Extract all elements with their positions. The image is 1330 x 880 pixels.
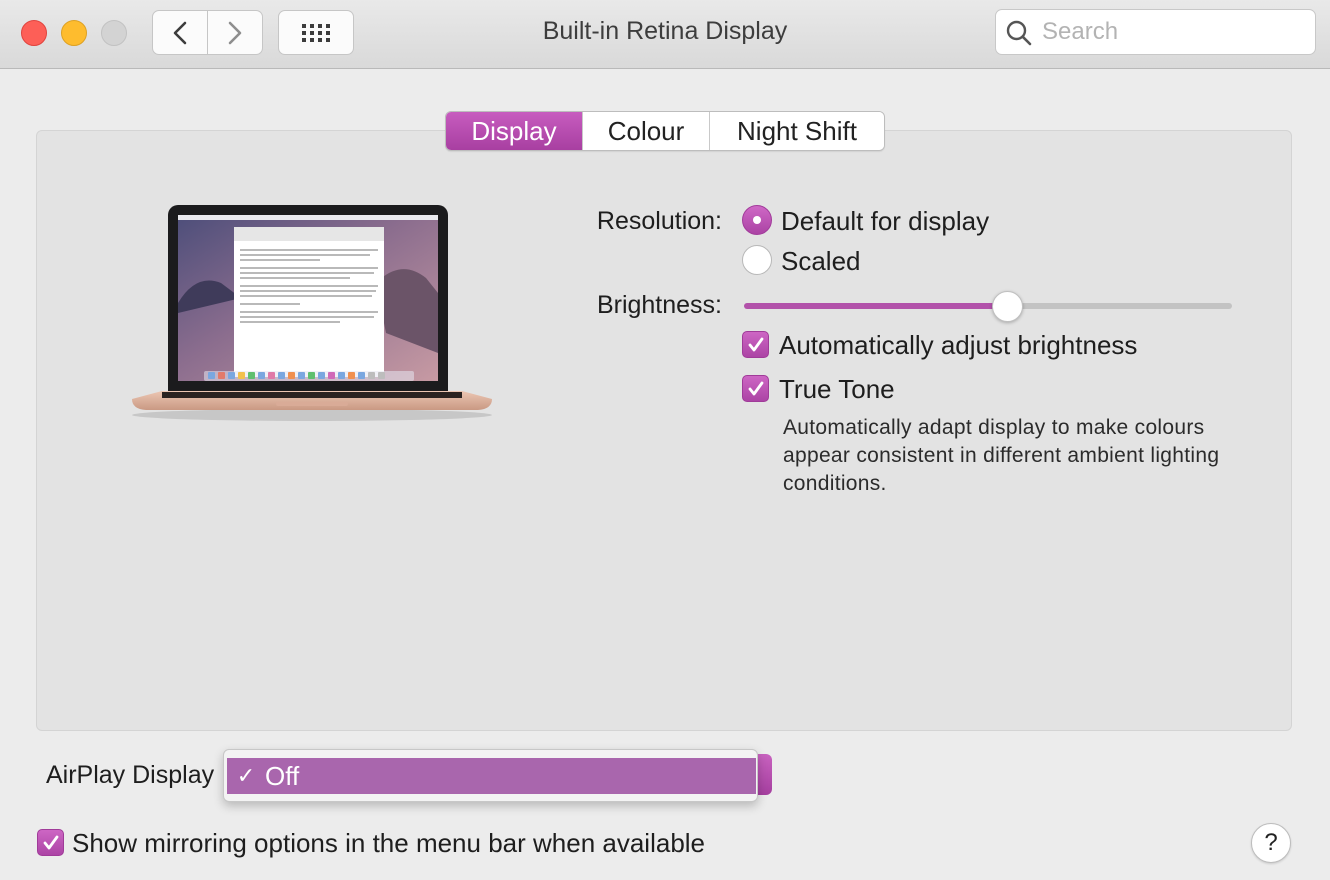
- window-title: Built-in Retina Display: [542, 17, 788, 45]
- help-button[interactable]: ?: [1251, 823, 1291, 863]
- true-tone-checkbox[interactable]: [742, 375, 769, 402]
- brightness-slider-track[interactable]: [1008, 303, 1232, 309]
- segmented-tabs: Display Colour Night Shift: [445, 111, 885, 151]
- search-field[interactable]: [995, 9, 1316, 55]
- resolution-label: Resolution:: [596, 207, 722, 235]
- brightness-slider-fill[interactable]: [744, 303, 1008, 309]
- airplay-display-label: AirPlay Display: [46, 761, 215, 789]
- tab-display[interactable]: Display: [446, 112, 582, 150]
- chevron-right-icon: [228, 21, 242, 44]
- show-mirroring-label[interactable]: Show mirroring options in the menu bar w…: [72, 828, 705, 859]
- scaled-radio[interactable]: [742, 245, 772, 275]
- true-tone-label[interactable]: True Tone: [779, 374, 895, 405]
- checkmark-icon: [748, 337, 763, 351]
- brightness-label: Brightness:: [596, 291, 722, 319]
- back-button[interactable]: [153, 11, 207, 54]
- forward-button[interactable]: [207, 11, 262, 54]
- show-all-button[interactable]: [278, 10, 354, 55]
- default-for-display-label[interactable]: Default for display: [781, 206, 989, 237]
- close-window-button[interactable]: [21, 20, 47, 46]
- navigation-buttons: [152, 10, 263, 55]
- checkmark-icon: [748, 381, 763, 395]
- airplay-menu-item-label: Off: [265, 760, 300, 791]
- show-mirroring-checkbox[interactable]: [37, 829, 64, 856]
- airplay-menu-item-off[interactable]: ✓ Off: [227, 758, 756, 794]
- minimize-window-button[interactable]: [61, 20, 87, 46]
- tab-night-shift[interactable]: Night Shift: [709, 112, 884, 150]
- search-input[interactable]: [1042, 16, 1302, 48]
- default-for-display-radio[interactable]: [742, 205, 772, 235]
- tab-colour[interactable]: Colour: [582, 112, 709, 150]
- auto-brightness-checkbox[interactable]: [742, 331, 769, 358]
- title-bar: Built-in Retina Display: [0, 0, 1330, 69]
- auto-brightness-label[interactable]: Automatically adjust brightness: [779, 330, 1137, 361]
- brightness-slider-knob[interactable]: [992, 291, 1023, 322]
- macbook-air-image: [132, 205, 492, 421]
- checkmark-icon: ✓: [236, 763, 256, 788]
- checkmark-icon: [43, 835, 58, 849]
- chevron-left-icon: [173, 21, 187, 44]
- true-tone-description: Automatically adapt display to make colo…: [783, 416, 1220, 495]
- airplay-popup-menu: ✓ Off: [223, 749, 758, 802]
- zoom-window-button[interactable]: [101, 20, 127, 46]
- show-all-grid-icon: [302, 23, 330, 42]
- search-icon: [1006, 20, 1032, 46]
- scaled-label[interactable]: Scaled: [781, 246, 861, 277]
